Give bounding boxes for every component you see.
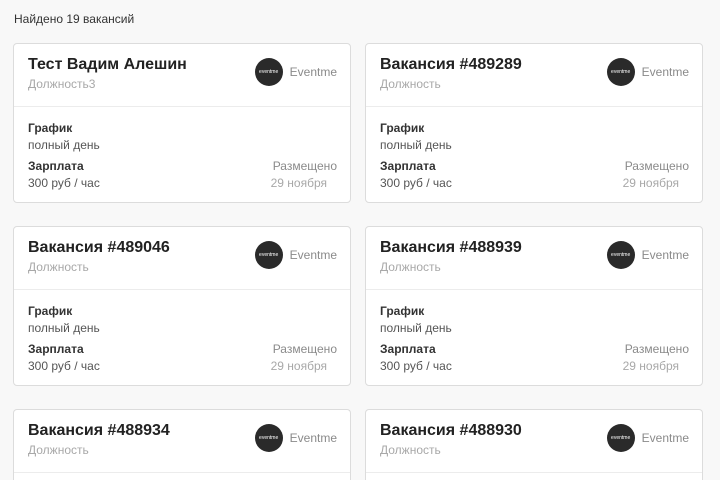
company-logo: eventme xyxy=(254,424,283,452)
company-name: Eventme xyxy=(289,65,337,79)
company-logo: eventme xyxy=(254,58,283,86)
company-info: eventme Eventme xyxy=(606,241,689,269)
vacancy-card-header: Вакансия #489289 Должность eventme Event… xyxy=(366,44,702,107)
results-count: Найдено 19 вакансий xyxy=(14,12,135,26)
vacancy-card-header: Вакансия #488930 Должность eventme Event… xyxy=(366,410,702,473)
company-name: Eventme xyxy=(289,431,337,445)
salary-value: 300 руб / час xyxy=(28,176,100,190)
vacancy-card-header: Вакансия #488939 Должность eventme Event… xyxy=(366,227,702,290)
company-name: Eventme xyxy=(641,248,689,262)
schedule-value: полный день xyxy=(380,138,452,152)
vacancy-position: Должность xyxy=(380,260,441,274)
vacancy-position: Должность3 xyxy=(28,77,96,91)
posted-label: Размещено xyxy=(624,159,689,173)
vacancy-title[interactable]: Вакансия #489046 xyxy=(28,239,170,257)
vacancy-card[interactable]: Вакансия #488939 Должность eventme Event… xyxy=(365,226,703,386)
company-info: eventme Eventme xyxy=(606,58,689,86)
vacancy-card-body: График полный день Зарплата 300 руб / ча… xyxy=(14,290,350,385)
company-info: eventme Eventme xyxy=(254,58,337,86)
vacancy-card[interactable]: Тест Вадим Алешин Должность3 eventme Eve… xyxy=(13,43,351,203)
vacancy-card-header: Тест Вадим Алешин Должность3 eventme Eve… xyxy=(14,44,350,107)
vacancy-card-body: График полный день Зарплата 300 руб / ча… xyxy=(366,107,702,202)
company-logo: eventme xyxy=(254,241,283,269)
vacancy-card-body: График полный день Зарплата 300 руб / ча… xyxy=(366,290,702,385)
posted-date: 29 ноября xyxy=(270,176,327,190)
vacancy-position: Должность xyxy=(28,443,89,457)
salary-label: Зарплата xyxy=(380,342,436,356)
schedule-label: График xyxy=(380,304,425,318)
vacancy-position: Должность xyxy=(380,443,441,457)
salary-label: Зарплата xyxy=(380,159,436,173)
schedule-value: полный день xyxy=(28,138,100,152)
vacancy-card[interactable]: Вакансия #489046 Должность eventme Event… xyxy=(13,226,351,386)
salary-value: 300 руб / час xyxy=(380,176,452,190)
vacancy-card[interactable]: Вакансия #489289 Должность eventme Event… xyxy=(365,43,703,203)
company-name: Eventme xyxy=(641,65,689,79)
vacancy-card-header: Вакансия #488934 Должность eventme Event… xyxy=(14,410,350,473)
company-info: eventme Eventme xyxy=(254,424,337,452)
vacancy-title[interactable]: Тест Вадим Алешин xyxy=(28,56,187,74)
posted-date: 29 ноября xyxy=(270,359,327,373)
salary-label: Зарплата xyxy=(28,159,84,173)
salary-value: 300 руб / час xyxy=(380,359,452,373)
company-info: eventme Eventme xyxy=(254,241,337,269)
vacancy-card[interactable]: Вакансия #488930 Должность eventme Event… xyxy=(365,409,703,480)
salary-label: Зарплата xyxy=(28,342,84,356)
schedule-label: График xyxy=(28,121,73,135)
posted-date: 29 ноября xyxy=(622,359,679,373)
salary-value: 300 руб / час xyxy=(28,359,100,373)
schedule-value: полный день xyxy=(380,321,452,335)
vacancy-card-header: Вакансия #489046 Должность eventme Event… xyxy=(14,227,350,290)
company-name: Eventme xyxy=(641,431,689,445)
vacancy-title[interactable]: Вакансия #488930 xyxy=(380,422,522,440)
company-name: Eventme xyxy=(289,248,337,262)
company-logo: eventme xyxy=(606,424,635,452)
posted-label: Размещено xyxy=(624,342,689,356)
posted-label: Размещено xyxy=(272,159,337,173)
schedule-label: График xyxy=(380,121,425,135)
posted-label: Размещено xyxy=(272,342,337,356)
company-logo: eventme xyxy=(606,241,635,269)
vacancy-card[interactable]: Вакансия #488934 Должность eventme Event… xyxy=(13,409,351,480)
schedule-label: График xyxy=(28,304,73,318)
schedule-value: полный день xyxy=(28,321,100,335)
vacancy-title[interactable]: Вакансия #489289 xyxy=(380,56,522,74)
vacancy-title[interactable]: Вакансия #488934 xyxy=(28,422,170,440)
company-logo: eventme xyxy=(606,58,635,86)
vacancy-card-body: График полный день Зарплата 300 руб / ча… xyxy=(14,107,350,202)
vacancy-position: Должность xyxy=(28,260,89,274)
posted-date: 29 ноября xyxy=(622,176,679,190)
company-info: eventme Eventme xyxy=(606,424,689,452)
vacancy-title[interactable]: Вакансия #488939 xyxy=(380,239,522,257)
vacancy-position: Должность xyxy=(380,77,441,91)
